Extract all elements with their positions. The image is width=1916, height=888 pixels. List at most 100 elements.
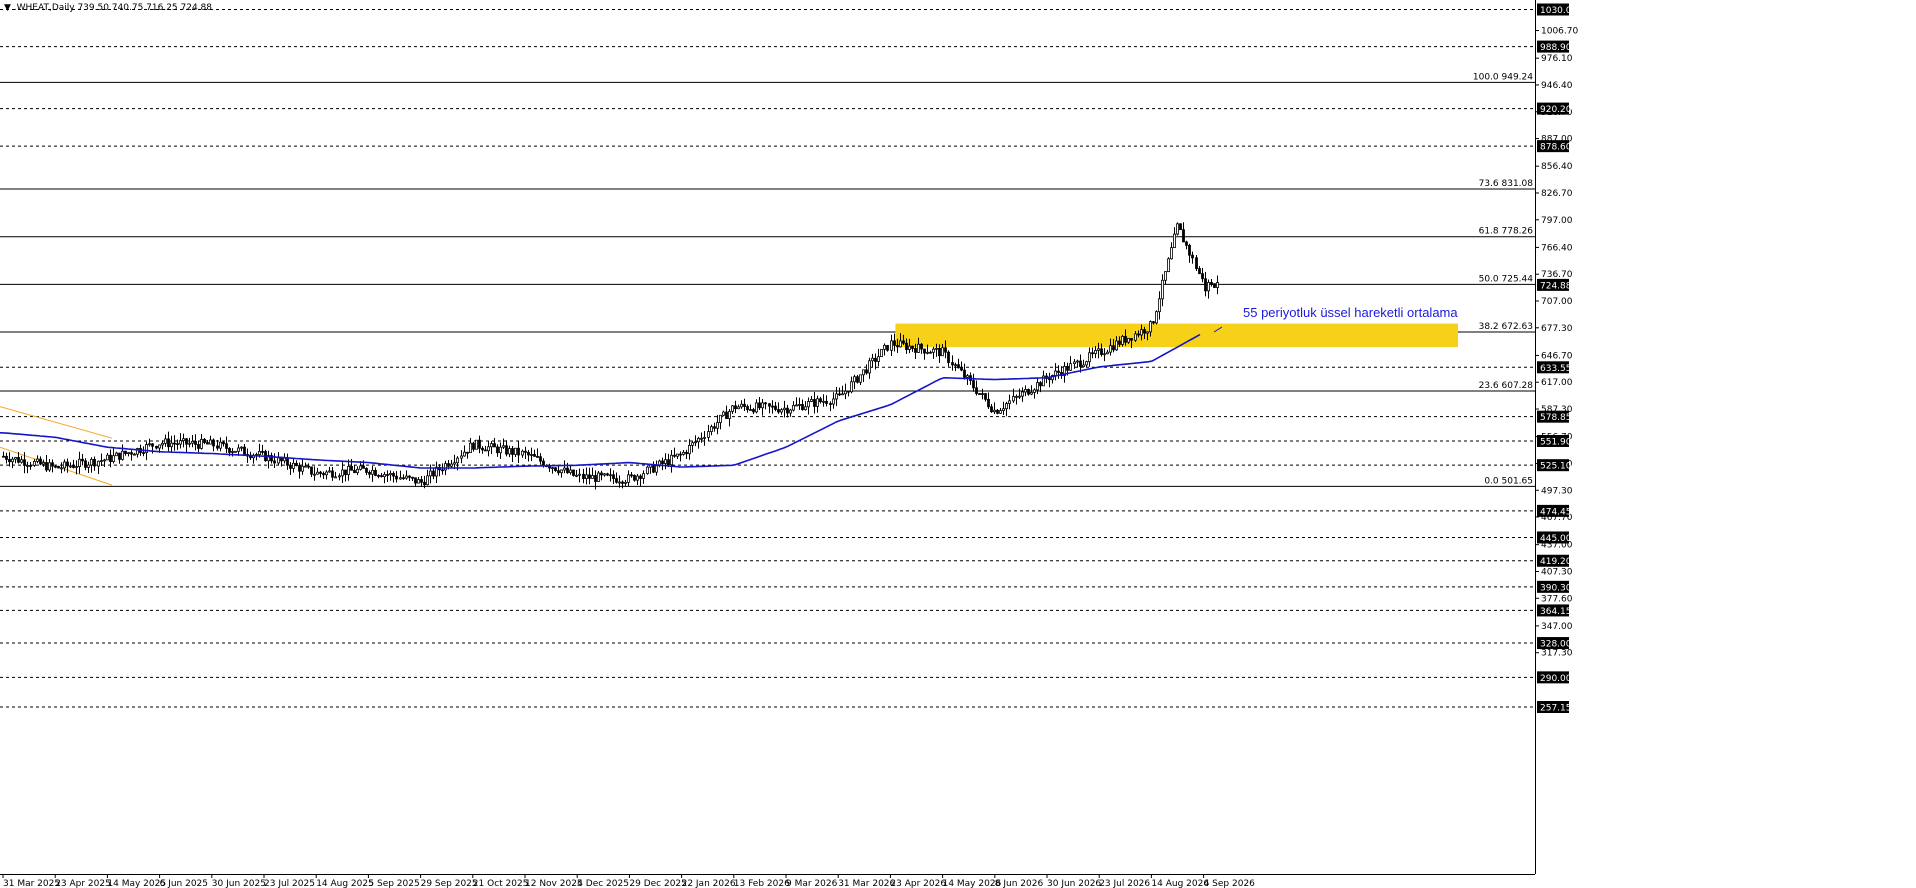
candle-body — [1066, 365, 1069, 371]
candle-body — [774, 405, 777, 410]
candle-body — [786, 407, 789, 414]
candle-body — [319, 471, 322, 474]
candle-body — [667, 459, 670, 466]
candle-body — [896, 345, 899, 348]
candle-body — [682, 451, 685, 455]
candle-body — [746, 406, 749, 411]
x-tick-label: 14 Aug 2025 — [316, 879, 374, 888]
candle-body — [1100, 348, 1103, 355]
price-box-label: 1030.00 — [1540, 6, 1577, 16]
candle-body — [1161, 279, 1164, 300]
candle-body — [957, 364, 960, 369]
candle-body — [289, 464, 292, 469]
candle-body — [783, 407, 786, 411]
candle-body — [203, 438, 206, 443]
candle-body — [298, 465, 301, 472]
y-tick-label: 797.00 — [1541, 216, 1573, 226]
candle-body — [1146, 331, 1149, 334]
candle-body — [981, 393, 984, 395]
y-tick-label: 1006.70 — [1541, 27, 1578, 37]
candle-body — [377, 475, 380, 477]
candle-body — [594, 475, 597, 482]
candle-body — [1088, 352, 1091, 363]
candle-body — [905, 342, 908, 350]
descending-channel — [0, 406, 113, 486]
price-box-label: 878.60 — [1540, 143, 1572, 153]
candle-body — [408, 475, 411, 478]
candle-body — [740, 403, 743, 408]
candle-body — [722, 411, 725, 416]
candle-body — [456, 457, 459, 464]
candle-body — [1182, 229, 1185, 243]
candle-body — [167, 438, 170, 448]
candle-body — [423, 481, 426, 486]
candle-body — [429, 470, 432, 477]
x-tick-label: 22 Jan 2026 — [682, 879, 736, 888]
candle-body — [212, 439, 215, 447]
candle-body — [222, 441, 225, 445]
candle-body — [81, 458, 84, 462]
candle-body — [1091, 352, 1094, 355]
y-tick-label: 707.00 — [1541, 297, 1573, 307]
x-tick-label: 30 Jun 2026 — [1047, 879, 1101, 888]
candle-body — [560, 469, 563, 474]
price-box-label: 390.30 — [1540, 583, 1572, 593]
candle-body — [508, 448, 511, 455]
candle-body — [710, 426, 713, 432]
candle-body — [301, 465, 304, 472]
candle-body — [395, 475, 398, 480]
candle-body — [987, 398, 990, 408]
candle-body — [1155, 311, 1158, 324]
candle-body — [200, 438, 203, 449]
y-tick-label: 407.30 — [1541, 567, 1573, 577]
fib-label: 61.8 778.26 — [1479, 227, 1534, 237]
candle-body — [142, 452, 145, 454]
candle-body — [902, 340, 905, 344]
candle-body — [835, 393, 838, 400]
x-tick-label: 12 Nov 2025 — [525, 879, 583, 888]
price-chart[interactable]: 100.0 949.24 73.6 831.08 61.8 778.26 50.0 7… — [0, 0, 1916, 888]
candle-body — [1085, 361, 1088, 366]
candle-body — [707, 431, 710, 438]
candle-body — [807, 401, 810, 408]
x-tick-label: 23 Jul 2025 — [264, 879, 315, 888]
x-tick-label: 13 Feb 2026 — [734, 879, 790, 888]
candle-body — [566, 467, 569, 474]
candle-body — [984, 393, 987, 400]
candle-body — [17, 457, 20, 463]
candle-body — [496, 446, 499, 454]
candle-body — [29, 465, 32, 467]
candle-body — [1027, 388, 1030, 395]
candle-body — [533, 454, 536, 457]
candle-body — [216, 445, 219, 449]
candle-body — [1103, 353, 1106, 356]
candle-body — [280, 457, 283, 462]
x-tick-label: 30 Jun 2025 — [212, 879, 266, 888]
candle-body — [1137, 333, 1140, 336]
candle-body — [466, 451, 469, 454]
candle-body — [908, 345, 911, 350]
candle-body — [871, 357, 874, 362]
candle-body — [310, 466, 313, 475]
candle-body — [1048, 378, 1051, 381]
y-tick-label: 946.40 — [1541, 81, 1573, 91]
candle-body — [148, 443, 151, 446]
candle-body — [1018, 395, 1021, 398]
candle-body — [859, 374, 862, 383]
candle-body — [447, 463, 450, 467]
candle-body — [1015, 395, 1018, 398]
candle-body — [554, 467, 557, 471]
y-tick-label: 617.00 — [1541, 378, 1573, 388]
candle-body — [627, 474, 630, 483]
candle-body — [972, 380, 975, 389]
candle-body — [313, 473, 316, 476]
x-tick-label: 23 Jul 2026 — [1099, 879, 1150, 888]
candle-body — [536, 455, 539, 458]
candle-body — [929, 351, 932, 354]
candle-body — [557, 470, 560, 474]
symbol-info: ▼ .WHEAT,Daily 739.50 740.75 716.25 724.… — [4, 3, 212, 13]
support-zone — [895, 323, 1458, 348]
candle-body — [951, 362, 954, 366]
candle-body — [844, 390, 847, 395]
candle-body — [26, 465, 29, 467]
